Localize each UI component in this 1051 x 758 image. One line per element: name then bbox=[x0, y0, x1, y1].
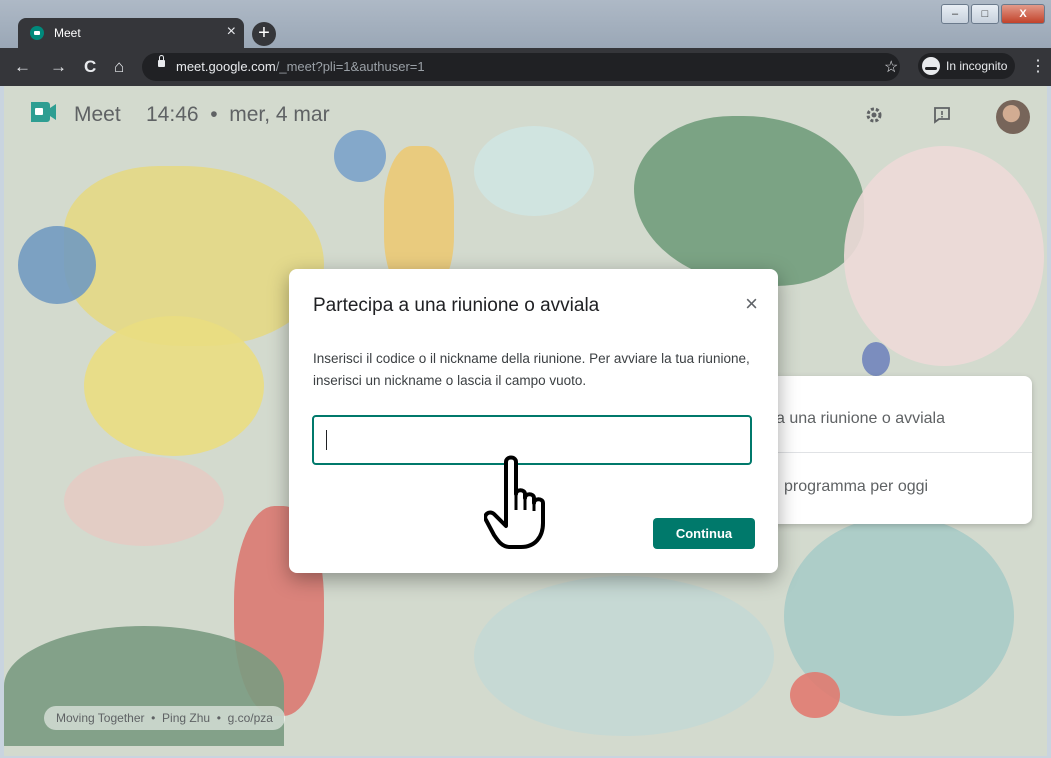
window-controls: ‒ □ X bbox=[941, 4, 1045, 24]
incognito-badge[interactable]: In incognito bbox=[918, 53, 1016, 79]
bookmark-star-icon[interactable]: ☆ bbox=[884, 57, 898, 77]
meet-page: Meet 14:46 • mer, 4 mar a una riunione o… bbox=[4, 86, 1047, 756]
close-icon[interactable]: × bbox=[745, 291, 758, 317]
dialog-title: Partecipa a una riunione o avviala bbox=[313, 295, 600, 316]
continue-button[interactable]: Continua bbox=[653, 518, 755, 549]
url-text: meet.google.com/_meet?pli=1&authuser=1 bbox=[176, 59, 425, 74]
home-icon[interactable]: ⌂ bbox=[114, 57, 124, 77]
reload-icon[interactable]: C bbox=[84, 57, 96, 77]
pointer-hand-icon bbox=[484, 455, 545, 549]
new-tab-button[interactable]: + bbox=[252, 22, 276, 46]
minimize-button[interactable]: ‒ bbox=[941, 4, 969, 24]
browser-window: Meet × + ‒ □ X ← → C ⌂ meet.google.com/_… bbox=[0, 0, 1051, 758]
meet-favicon-icon bbox=[30, 26, 44, 40]
chrome-menu-icon[interactable]: ⋮ bbox=[1030, 56, 1046, 76]
browser-tab[interactable]: Meet × bbox=[18, 18, 244, 48]
maximize-button[interactable]: □ bbox=[971, 4, 999, 24]
tab-close-icon[interactable]: × bbox=[227, 23, 236, 41]
back-icon[interactable]: ← bbox=[14, 57, 31, 77]
title-bar: Meet × + ‒ □ X bbox=[0, 0, 1051, 48]
address-bar[interactable]: meet.google.com/_meet?pli=1&authuser=1 bbox=[142, 53, 900, 81]
forward-icon[interactable]: → bbox=[50, 57, 67, 77]
text-caret bbox=[326, 430, 327, 450]
lock-icon bbox=[158, 55, 165, 67]
tab-title: Meet bbox=[54, 26, 81, 40]
incognito-icon bbox=[922, 57, 940, 75]
incognito-label: In incognito bbox=[946, 59, 1008, 73]
close-window-button[interactable]: X bbox=[1001, 4, 1045, 24]
dialog-description: Inserisci il codice o il nickname della … bbox=[313, 351, 750, 388]
